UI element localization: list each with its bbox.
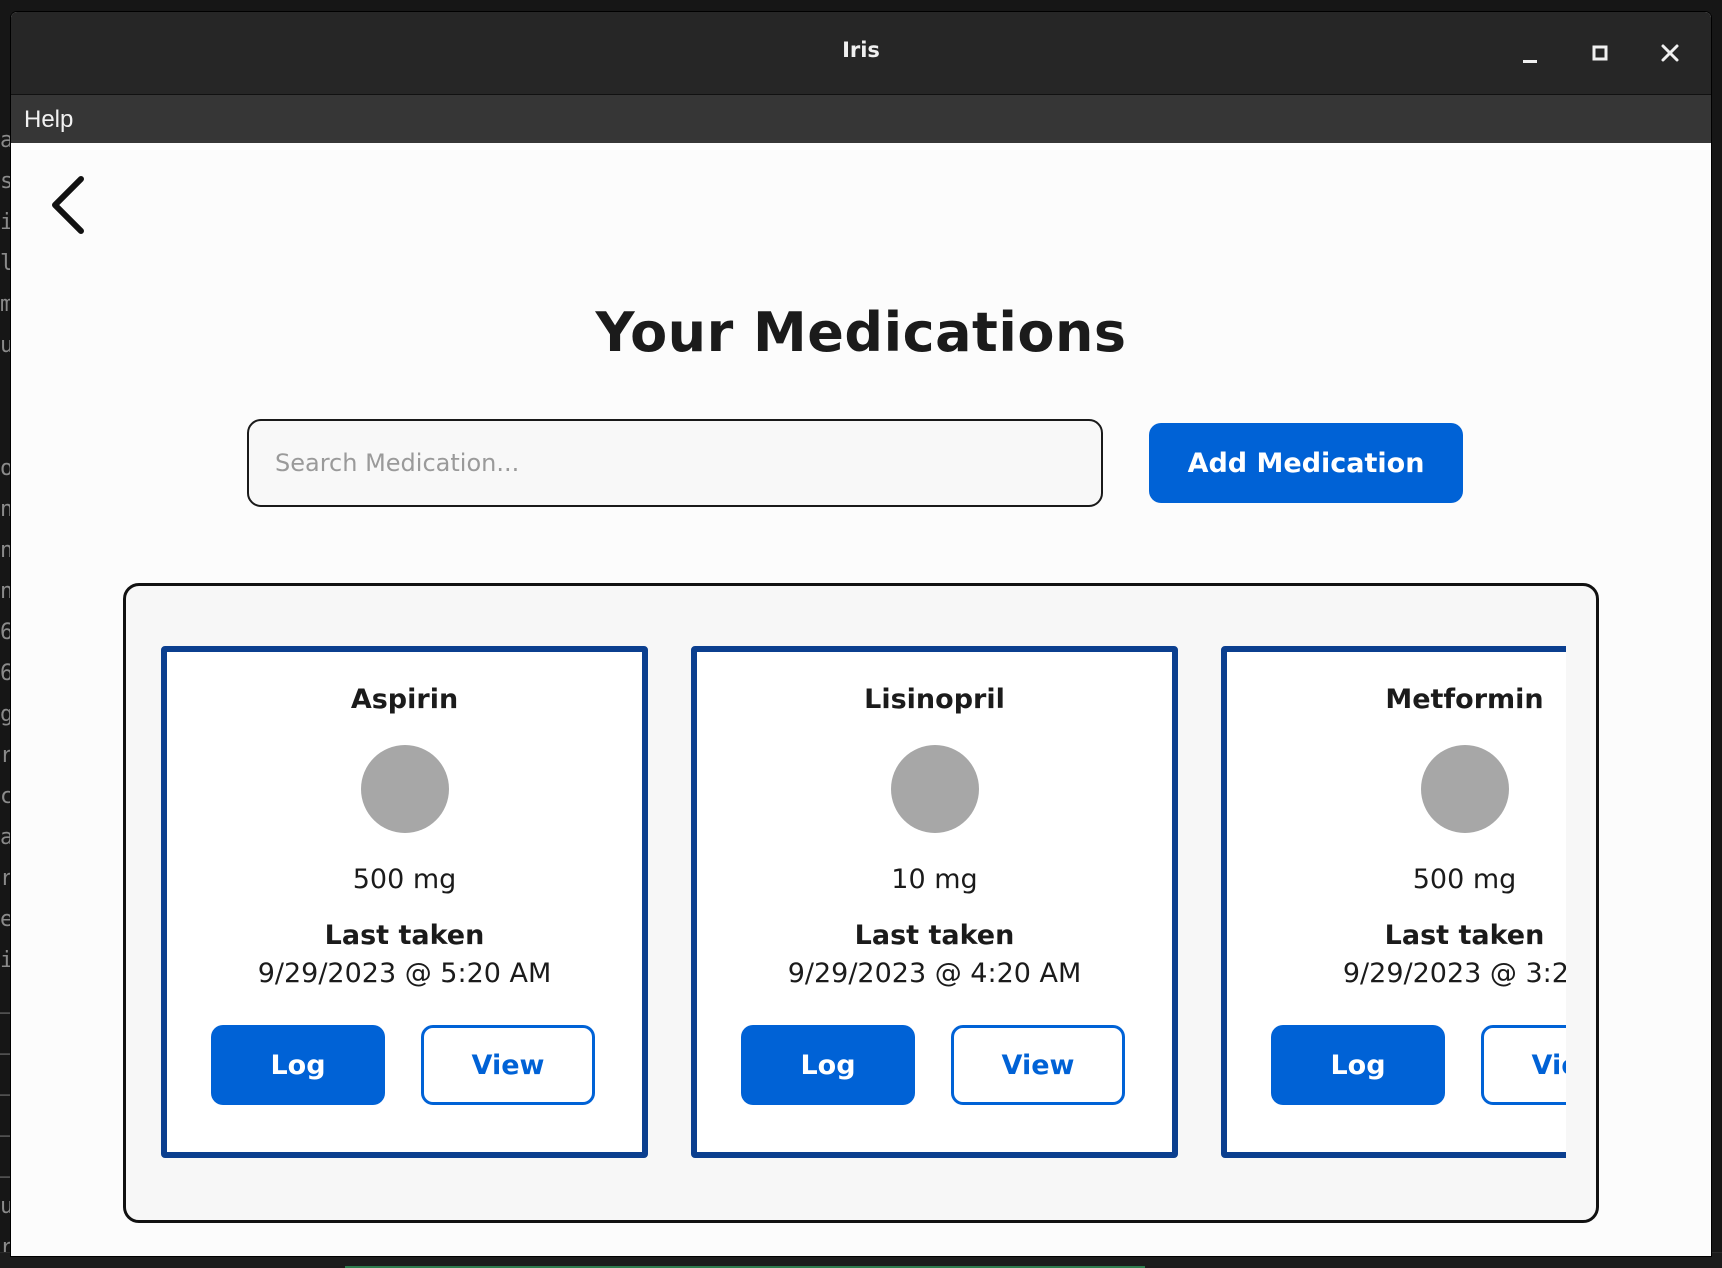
close-button[interactable] (1653, 36, 1687, 70)
maximize-icon (1592, 45, 1608, 61)
last-taken-value: 9/29/2023 @ 4:20 AM (787, 958, 1082, 989)
medication-dose: 500 mg (1412, 864, 1517, 895)
app-window: Iris Help Your Medications Search Medica… (11, 12, 1711, 1256)
maximize-button[interactable] (1583, 36, 1617, 70)
medication-dose: 10 mg (891, 864, 978, 895)
last-taken-label: Last taken (1384, 920, 1545, 951)
log-button[interactable]: Log (211, 1025, 385, 1105)
log-button[interactable]: Log (1271, 1025, 1445, 1105)
view-button[interactable]: View (1481, 1025, 1566, 1105)
medication-image-placeholder (1421, 745, 1509, 833)
medication-dose: 500 mg (352, 864, 457, 895)
medication-name: Lisinopril (864, 684, 1005, 715)
window-title: Iris (842, 38, 880, 62)
minimize-icon (1523, 60, 1537, 63)
medication-image-placeholder (891, 745, 979, 833)
back-button[interactable] (45, 173, 97, 237)
main-content: Your Medications Add Medication Aspirin … (11, 143, 1711, 1256)
medications-carousel[interactable]: Aspirin 500 mg Last taken 9/29/2023 @ 5:… (161, 646, 1566, 1158)
medication-image-placeholder (361, 745, 449, 833)
medication-name: Metformin (1385, 684, 1544, 715)
menu-bar: Help (11, 95, 1711, 143)
view-button[interactable]: View (951, 1025, 1125, 1105)
last-taken-value: 9/29/2023 @ 3:20 (1342, 958, 1566, 989)
medication-card: Metformin 500 mg Last taken 9/29/2023 @ … (1221, 646, 1566, 1158)
desktop: a s i l m u o n n n 6 6 g r c a r e i _ … (0, 0, 1722, 1268)
log-button[interactable]: Log (741, 1025, 915, 1105)
medication-name: Aspirin (350, 684, 459, 715)
last-taken-label: Last taken (324, 920, 485, 951)
search-input[interactable] (247, 419, 1103, 507)
view-button[interactable]: View (421, 1025, 595, 1105)
last-taken-value: 9/29/2023 @ 5:20 AM (257, 958, 552, 989)
chevron-left-icon (52, 176, 84, 234)
medications-panel: Aspirin 500 mg Last taken 9/29/2023 @ 5:… (123, 583, 1599, 1223)
medication-card: Lisinopril 10 mg Last taken 9/29/2023 @ … (691, 646, 1178, 1158)
menu-item-help[interactable]: Help (24, 106, 73, 134)
add-medication-button[interactable]: Add Medication (1149, 423, 1463, 503)
medication-card: Aspirin 500 mg Last taken 9/29/2023 @ 5:… (161, 646, 648, 1158)
last-taken-label: Last taken (854, 920, 1015, 951)
minimize-button[interactable] (1513, 36, 1547, 70)
page-title: Your Medications (595, 301, 1127, 364)
close-icon (1661, 44, 1679, 62)
title-bar[interactable]: Iris (11, 12, 1711, 95)
